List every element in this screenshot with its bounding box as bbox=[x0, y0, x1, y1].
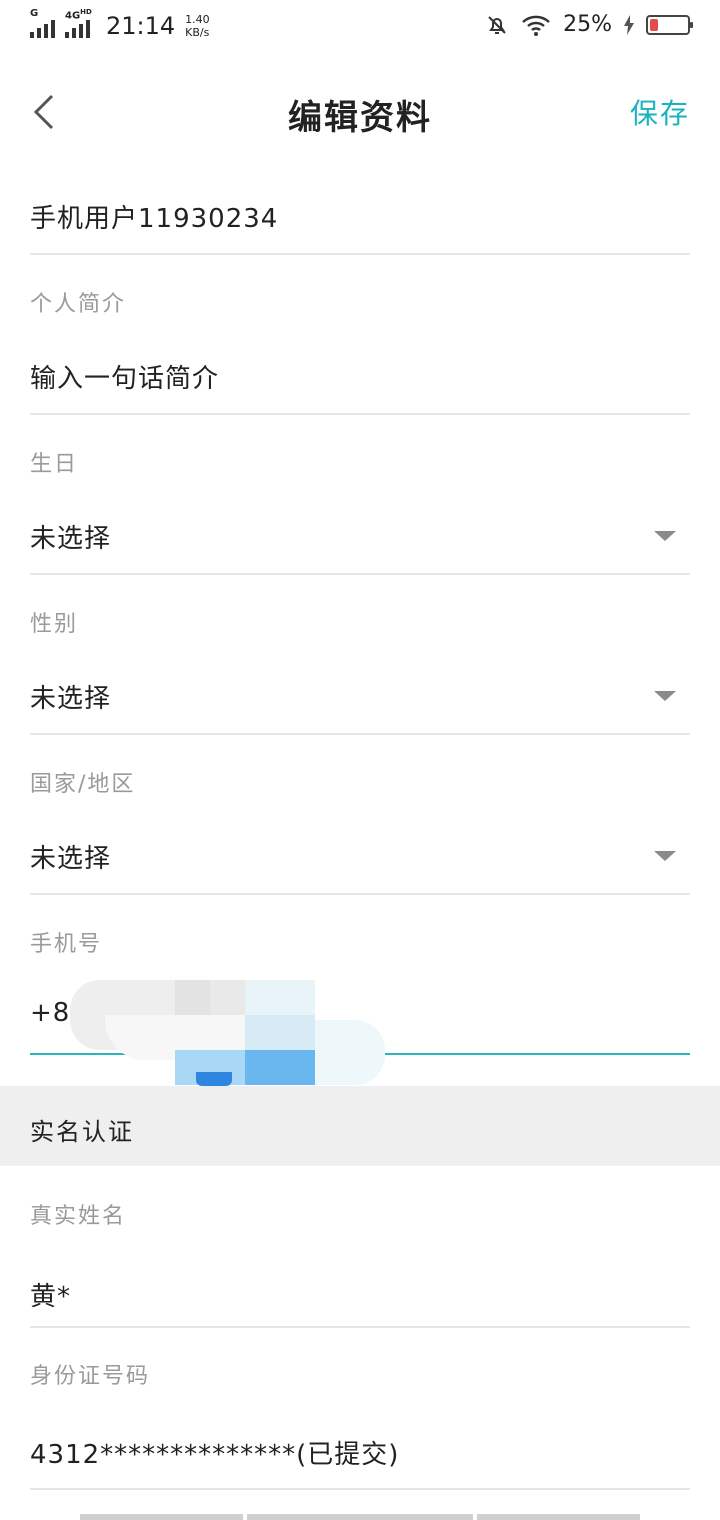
gender-label: 性别 bbox=[30, 612, 79, 637]
clock: 21:14 bbox=[106, 12, 176, 40]
bio-input[interactable]: 输入一句话简介 bbox=[30, 358, 219, 395]
wifi-icon bbox=[522, 15, 550, 36]
bio-label: 个人简介 bbox=[30, 292, 127, 317]
divider bbox=[30, 253, 690, 255]
divider bbox=[30, 893, 690, 895]
speed-unit: KB/s bbox=[185, 26, 210, 39]
divider bbox=[30, 573, 690, 575]
verification-section-header: 实名认证 bbox=[0, 1086, 720, 1166]
speed-value: 1.40 bbox=[185, 13, 210, 26]
id-number-value: 4312**************(已提交) bbox=[30, 1440, 400, 1470]
signal-2-icon: 4GHD bbox=[65, 8, 92, 38]
chevron-down-icon[interactable] bbox=[654, 531, 676, 541]
chevron-down-icon[interactable] bbox=[654, 691, 676, 701]
battery-icon bbox=[646, 14, 693, 35]
signal-1-icon: G bbox=[30, 8, 55, 38]
nickname-input[interactable]: 手机用户11930234 bbox=[30, 198, 278, 235]
title-bar: 编辑资料 保存 bbox=[0, 70, 720, 154]
status-right: 25% bbox=[485, 12, 693, 37]
divider bbox=[30, 733, 690, 735]
gender-select[interactable]: 未选择 bbox=[30, 678, 111, 715]
redaction-blur bbox=[70, 980, 390, 1090]
status-left: G 4GHD 21:14 1.40 KB/s bbox=[30, 8, 210, 40]
country-label: 国家/地区 bbox=[30, 772, 136, 797]
id-number-label: 身份证号码 bbox=[30, 1364, 151, 1389]
carrier-2-sup: HD bbox=[80, 8, 92, 16]
phone-label: 手机号 bbox=[30, 932, 103, 957]
divider bbox=[30, 1488, 690, 1490]
country-select[interactable]: 未选择 bbox=[30, 838, 111, 875]
chevron-down-icon[interactable] bbox=[654, 851, 676, 861]
carrier-2-label: 4G bbox=[65, 10, 81, 22]
real-name-value: 黄* bbox=[30, 1282, 72, 1312]
charging-icon bbox=[624, 14, 634, 35]
save-button[interactable]: 保存 bbox=[630, 92, 690, 132]
divider bbox=[30, 1326, 690, 1328]
page-title: 编辑资料 bbox=[288, 98, 432, 138]
edit-profile-screen: G 4GHD 21:14 1.40 KB/s 25% 编辑资料 保存 手机用户1… bbox=[0, 0, 720, 1520]
network-speed: 1.40 KB/s bbox=[185, 13, 210, 39]
battery-percent: 25% bbox=[563, 12, 612, 37]
birthday-select[interactable]: 未选择 bbox=[30, 518, 111, 555]
real-name-label: 真实姓名 bbox=[30, 1204, 127, 1229]
carrier-1-label: G bbox=[30, 8, 39, 19]
divider bbox=[30, 413, 690, 415]
mute-bell-icon bbox=[488, 15, 506, 34]
birthday-label: 生日 bbox=[30, 452, 79, 477]
section-title: 实名认证 bbox=[30, 1118, 134, 1146]
status-bar: G 4GHD 21:14 1.40 KB/s 25% bbox=[0, 0, 720, 56]
bottom-nav-bar bbox=[80, 1514, 640, 1520]
